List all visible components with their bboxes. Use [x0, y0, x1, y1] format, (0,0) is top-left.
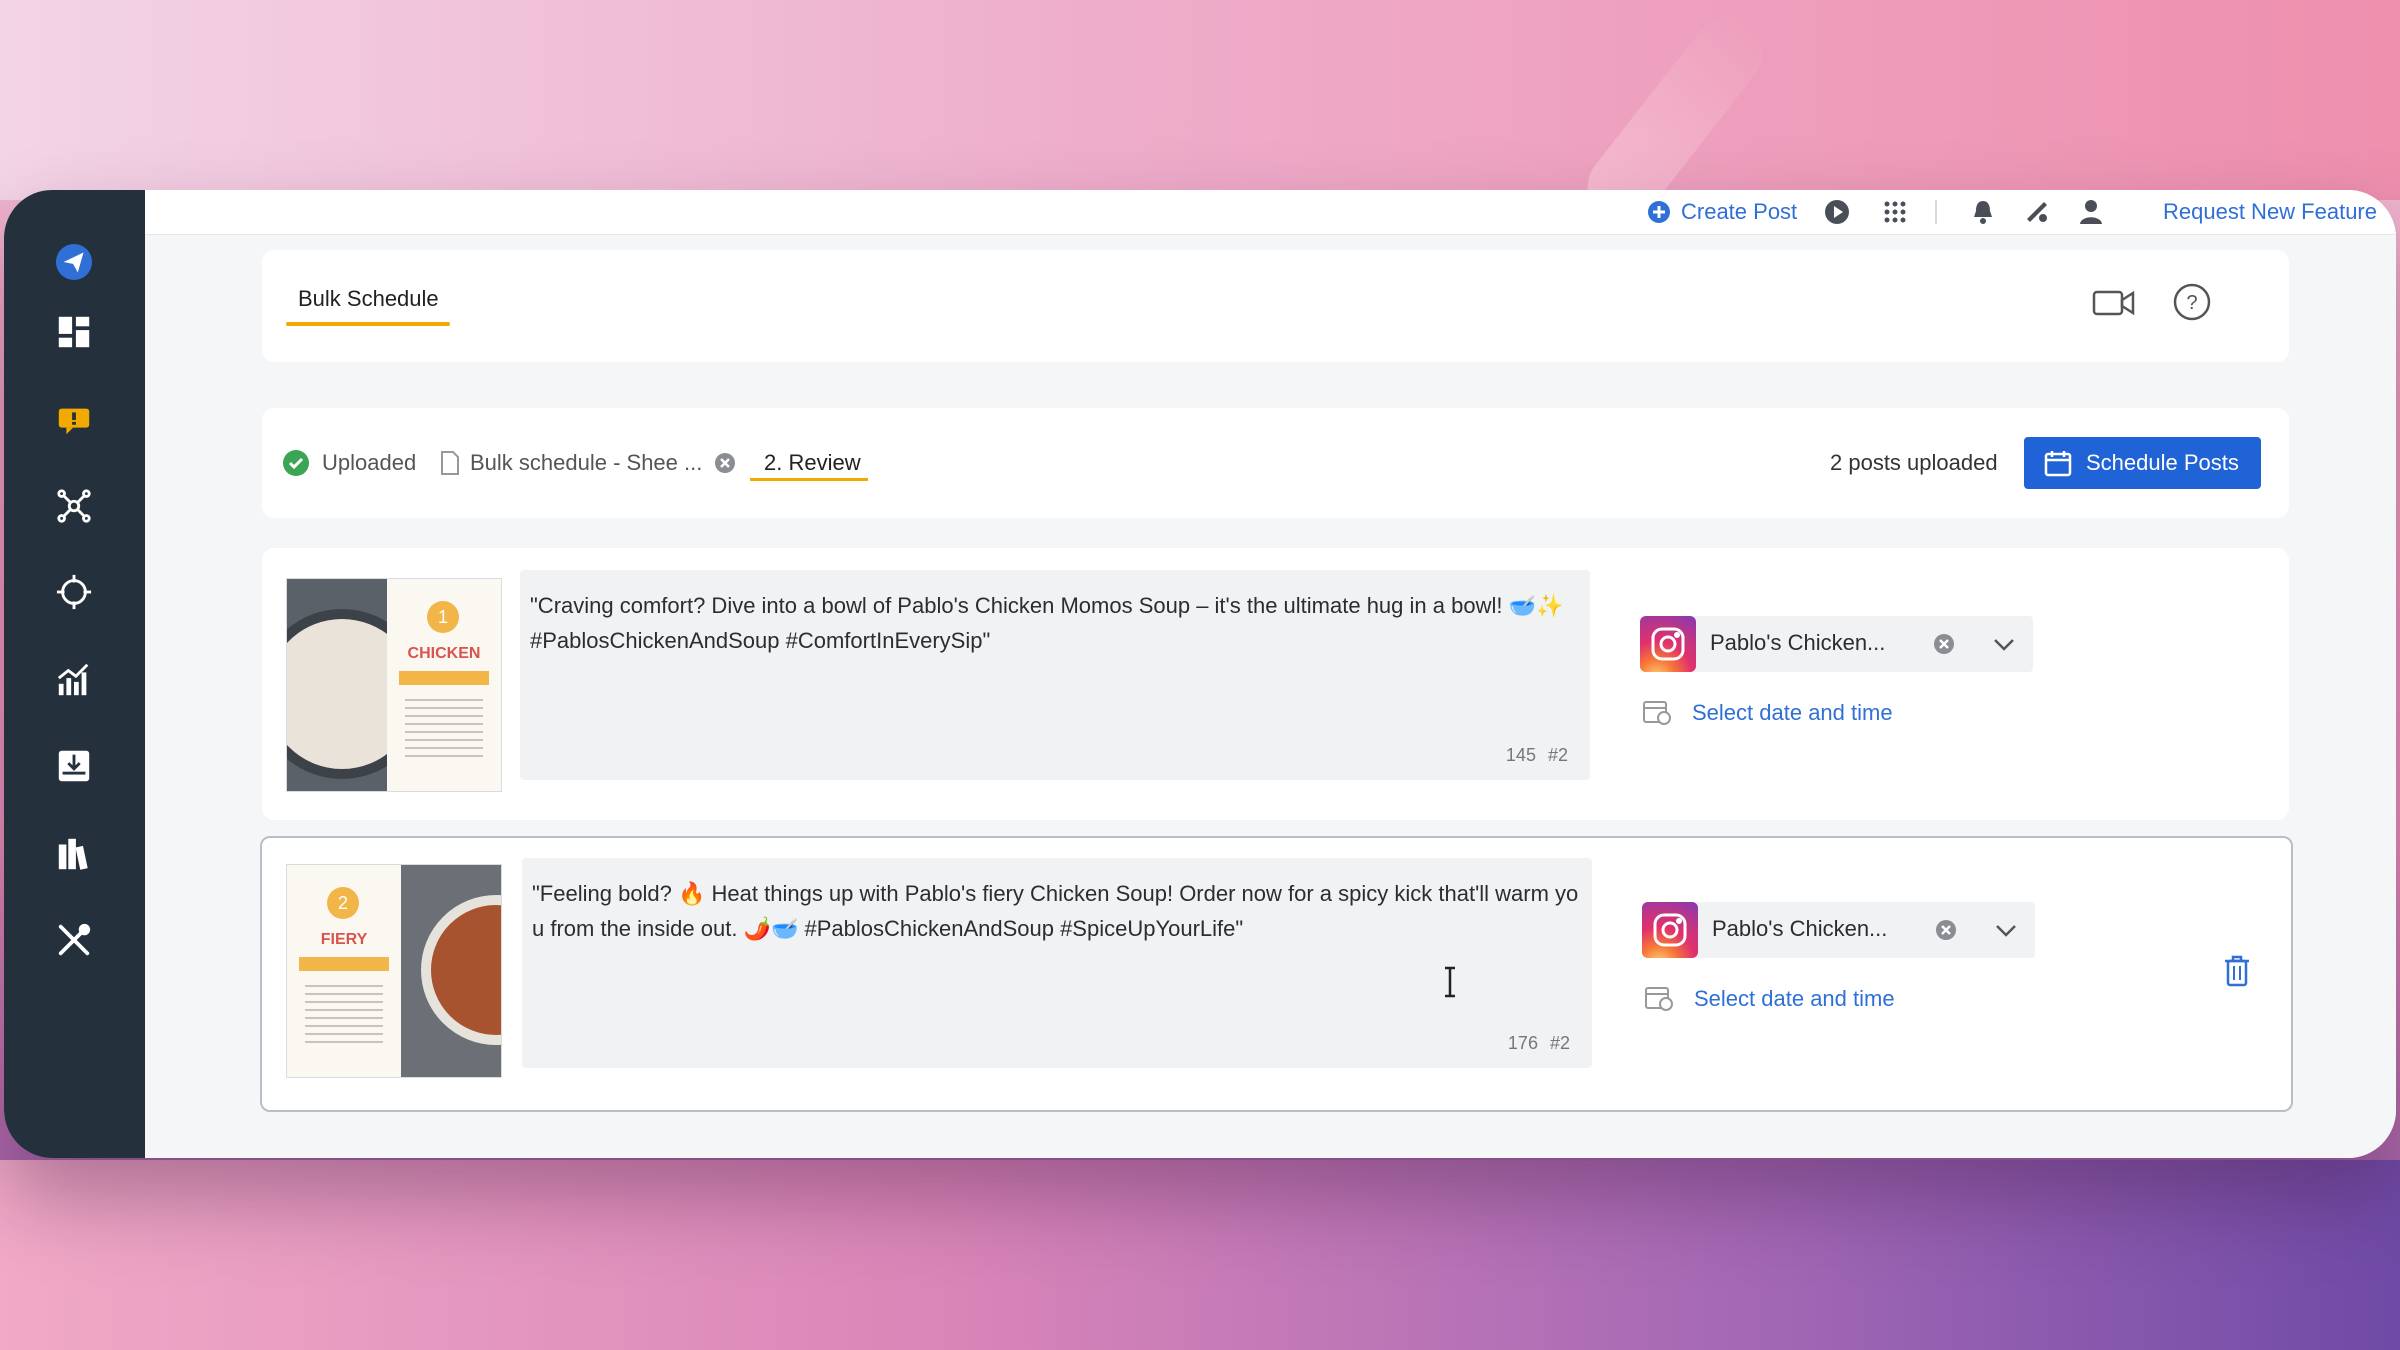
calendar-icon: [2044, 451, 2072, 477]
schedule-posts-button[interactable]: Schedule Posts: [2024, 437, 2261, 489]
thumb-text-lines: [305, 985, 383, 1045]
steps-bar: Uploaded Bulk schedule - Shee ... 2. Rev…: [262, 408, 2289, 518]
thumbnail-graphic: 1 CHICKEN: [387, 579, 501, 791]
create-post-link[interactable]: Create Post: [1647, 190, 1797, 234]
thumbnail-graphic: 2 FIERY: [287, 865, 401, 1077]
step-review[interactable]: 2. Review: [764, 408, 861, 518]
schedule-posts-label: Schedule Posts: [2086, 450, 2239, 475]
post-caption: "Craving comfort? Dive into a bowl of Pa…: [530, 593, 1564, 653]
plus-circle-icon: [1648, 201, 1670, 223]
hashtag-count: #2: [1549, 1033, 1570, 1053]
step-review-label: 2. Review: [764, 450, 861, 475]
calendar-clock-icon: [1645, 987, 1673, 1011]
select-date-time-link[interactable]: Select date and time: [1692, 700, 1893, 726]
remove-account-icon[interactable]: [1935, 919, 1957, 941]
top-bar: Create Post Request New Feature: [145, 190, 2396, 235]
thumbnail-photo: [287, 579, 427, 791]
uploaded-file-chip: Bulk schedule - Shee ...: [440, 408, 736, 518]
instagram-icon: [1640, 616, 1696, 672]
trash-icon[interactable]: [2222, 954, 2252, 988]
monitor-icon[interactable]: [50, 568, 98, 616]
hashtag-count: #2: [1547, 745, 1568, 765]
main-area: Create Post Request New Feature Bulk Sch…: [145, 190, 2396, 1158]
account-name: Pablo's Chicken...: [1712, 916, 1888, 941]
svg-text:?: ?: [2186, 292, 2197, 314]
character-count: 176: [1507, 1033, 1538, 1053]
user-profile-icon[interactable]: [2077, 198, 2105, 226]
calendar-clock-icon: [1643, 701, 1671, 725]
step-uploaded-label: Uploaded: [322, 450, 417, 475]
background-bottom: [0, 1160, 2400, 1350]
thumb-number: 2: [327, 887, 359, 919]
character-count: 145: [1505, 745, 1536, 765]
topbar-divider: [1935, 200, 1937, 224]
caption-box[interactable]: "Craving comfort? Dive into a bowl of Pa…: [520, 570, 1590, 780]
thumb-title: CHICKEN: [407, 645, 481, 662]
remove-file-icon[interactable]: [714, 452, 736, 474]
post-caption: "Feeling bold? 🔥 Heat things up with Pab…: [532, 881, 1579, 941]
posts-count: 2 posts uploaded: [1830, 450, 1998, 475]
thumb-banner: [399, 671, 489, 685]
create-post-label: Create Post: [1681, 199, 1798, 224]
analytics-icon[interactable]: [50, 656, 98, 704]
sidebar: [4, 190, 145, 1158]
chevron-down-icon[interactable]: [1992, 634, 2016, 654]
logo-icon[interactable]: [50, 238, 98, 286]
help-icon[interactable]: ?: [2172, 282, 2212, 322]
active-tab-indicator: [286, 322, 450, 326]
app-window: Create Post Request New Feature Bulk Sch…: [4, 190, 2396, 1158]
inbox-icon[interactable]: [50, 742, 98, 790]
post-row: 1 CHICKEN "Craving comfort? Dive into a …: [262, 548, 2289, 820]
post-thumbnail[interactable]: 1 CHICKEN: [286, 578, 502, 792]
step-uploaded: Uploaded: [282, 408, 416, 518]
thumb-number: 1: [427, 601, 459, 633]
announcement-icon[interactable]: [2023, 198, 2051, 226]
play-icon[interactable]: [1823, 198, 1851, 226]
tab-bulk-schedule[interactable]: Bulk Schedule: [298, 286, 439, 312]
caption-box[interactable]: "Feeling bold? 🔥 Heat things up with Pab…: [522, 858, 1592, 1068]
engage-icon[interactable]: [50, 396, 98, 444]
video-tutorial-icon[interactable]: [2092, 288, 2136, 318]
caption-counts: 176 #2: [1508, 1033, 1570, 1054]
dashboard-icon[interactable]: [50, 308, 98, 356]
apps-grid-icon[interactable]: [1881, 198, 1909, 226]
caption-counts: 145 #2: [1506, 745, 1568, 766]
instagram-icon: [1642, 902, 1698, 958]
header-card: Bulk Schedule ?: [262, 250, 2289, 362]
remove-account-icon[interactable]: [1933, 633, 1955, 655]
integrations-icon[interactable]: [50, 482, 98, 530]
notification-bell-icon[interactable]: [1969, 198, 1997, 226]
account-selector[interactable]: Pablo's Chicken...: [1642, 902, 2035, 958]
text-cursor-icon: [1445, 966, 1455, 998]
background-top: [0, 0, 2400, 200]
review-step-underline: [750, 478, 868, 481]
thumb-title: FIERY: [320, 931, 368, 948]
post-row: 2 FIERY "Feeling bold? 🔥 Heat things up …: [260, 836, 2293, 1112]
request-feature-link[interactable]: Request New Feature: [2163, 190, 2377, 234]
account-name: Pablo's Chicken...: [1710, 630, 1886, 655]
tools-icon[interactable]: [50, 916, 98, 964]
soup-bowl-image: [421, 895, 501, 1045]
file-icon: [441, 451, 459, 475]
thumb-text-lines: [405, 699, 483, 759]
post-thumbnail[interactable]: 2 FIERY: [286, 864, 502, 1078]
library-icon[interactable]: [50, 830, 98, 878]
thumb-banner: [299, 957, 389, 971]
chevron-down-icon[interactable]: [1994, 920, 2018, 940]
account-selector[interactable]: Pablo's Chicken...: [1640, 616, 2033, 672]
select-date-time-link[interactable]: Select date and time: [1694, 986, 1895, 1012]
check-circle-icon: [283, 450, 309, 476]
thumbnail-photo: [401, 865, 501, 1077]
file-name: Bulk schedule - Shee ...: [470, 450, 703, 475]
